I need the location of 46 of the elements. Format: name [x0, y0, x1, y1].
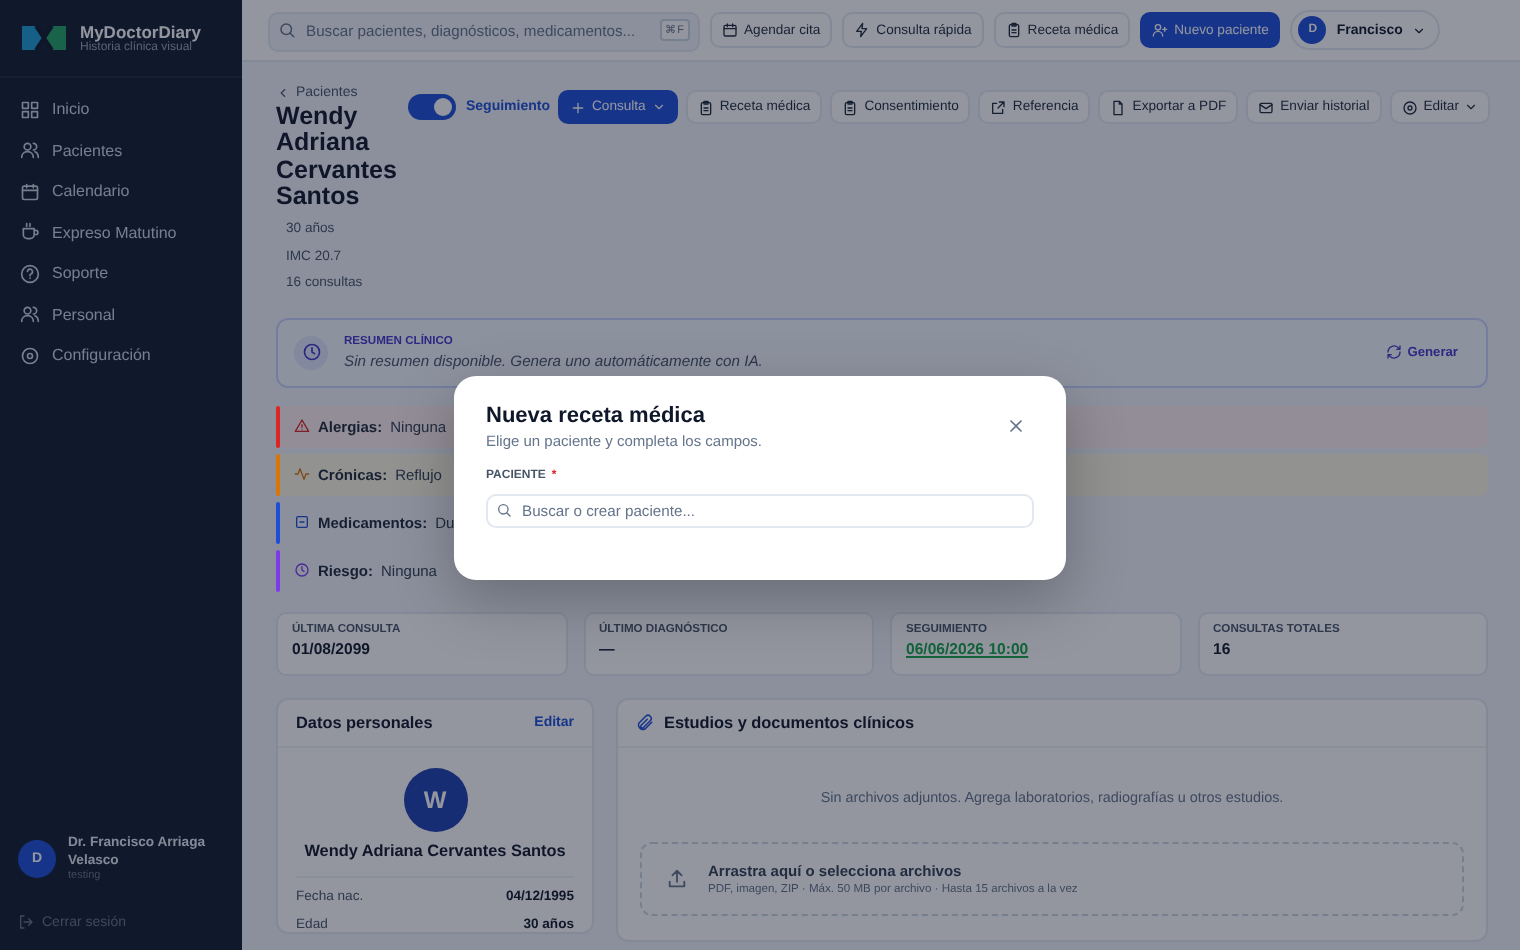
nav-item[interactable]: Calendario [8, 172, 234, 210]
search-icon [278, 21, 296, 39]
nav-item[interactable]: Pacientes [8, 131, 234, 169]
close-icon [1006, 416, 1026, 436]
modal-title: Nueva receta médica [486, 404, 707, 428]
lightning-icon [854, 22, 871, 38]
refresh-icon [1385, 344, 1402, 361]
cup-icon [20, 222, 40, 242]
calendar-icon [722, 22, 738, 38]
people-icon [20, 304, 40, 324]
nav-item[interactable]: Expreso Matutino [8, 213, 234, 251]
logout-icon [18, 914, 34, 930]
patient-full-name: Wendy Adriana Cervantes Santos [304, 841, 566, 860]
patient-name: Wendy Adriana Cervantes Santos [276, 104, 392, 211]
brand-name: MyDoctorDiary [80, 22, 201, 42]
clock-icon [301, 342, 321, 363]
paperclip-icon [636, 713, 654, 732]
external-link-icon [990, 99, 1007, 115]
nav-item[interactable]: Personal [8, 295, 234, 333]
warning-icon [294, 418, 310, 435]
back-icon [276, 86, 290, 100]
caret-icon [1412, 23, 1427, 37]
help-icon [20, 263, 40, 283]
caret-icon [1464, 100, 1479, 114]
pulse-icon [294, 466, 310, 483]
logo-icon [20, 22, 68, 54]
caret-icon [651, 100, 666, 114]
card-title: Datos personales [296, 713, 433, 732]
patient-avatar: W [403, 767, 467, 832]
card-title: Estudios y documentos clínicos [664, 713, 915, 732]
clipboard-icon [842, 99, 859, 115]
upload-icon [666, 867, 688, 890]
toggle-switch[interactable] [408, 94, 456, 120]
mail-icon [1258, 99, 1275, 115]
nav-item[interactable]: Inicio [8, 90, 234, 128]
nav-item[interactable]: Configuración [8, 336, 234, 374]
add-user-icon [1152, 22, 1169, 38]
clipboard-icon [1005, 22, 1022, 38]
file-icon [1110, 99, 1127, 115]
search-icon [496, 501, 512, 517]
clipboard-icon [697, 99, 714, 115]
nav-item[interactable]: Soporte [8, 254, 234, 292]
people-icon [20, 140, 40, 160]
plus-icon [570, 99, 587, 115]
grid-icon [20, 99, 40, 119]
calendar-icon [20, 181, 40, 201]
